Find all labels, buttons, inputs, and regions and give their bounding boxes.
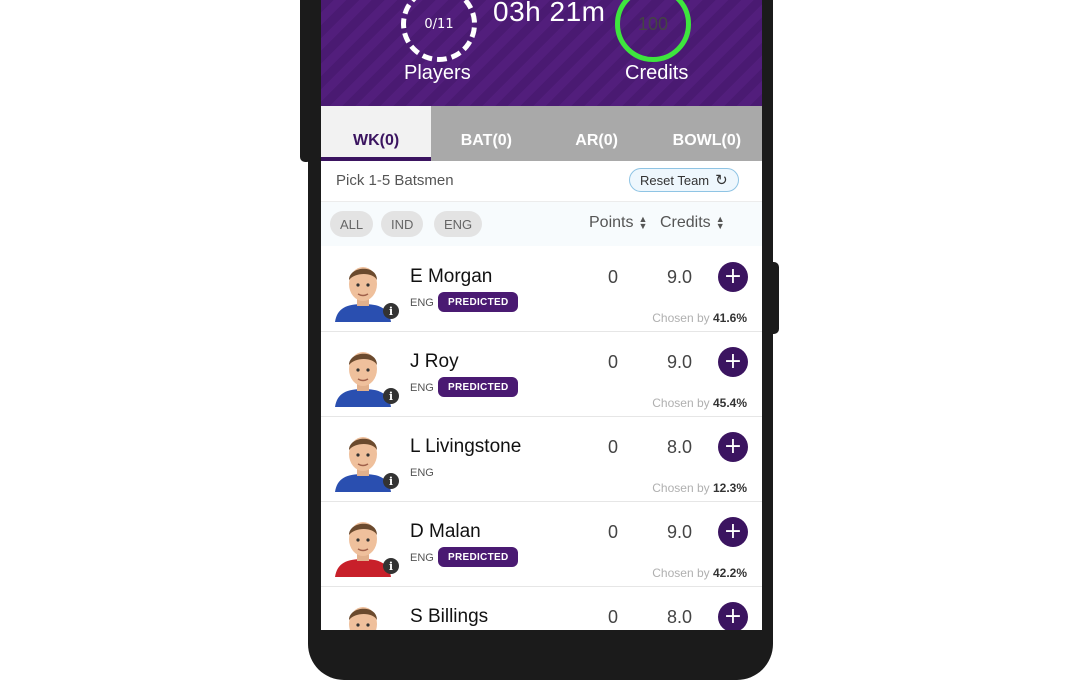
credits-label: Credits bbox=[625, 62, 689, 84]
chosen-by-percent: 12.3% bbox=[712, 481, 747, 495]
tab-ar[interactable]: AR(0) bbox=[542, 106, 652, 161]
filter-chip-eng[interactable]: ENG bbox=[434, 211, 483, 237]
player-row[interactable]: i J Roy ENG PREDICTED 0 9.0 + Chosen by 45.4% bbox=[321, 332, 762, 417]
tab-bowl[interactable]: BOWL(0) bbox=[652, 106, 762, 161]
team-status-header: 0/11 Players 03h 21m 100 Credits bbox=[321, 0, 762, 106]
player-avatar[interactable] bbox=[331, 598, 395, 630]
predicted-badge: PREDICTED bbox=[438, 547, 519, 567]
predicted-badge: PREDICTED bbox=[438, 292, 519, 312]
player-team: ENG bbox=[410, 297, 434, 309]
player-credits: 8.0 bbox=[667, 437, 693, 457]
player-info-icon[interactable]: i bbox=[383, 388, 399, 404]
tab-wk[interactable]: WK(0) bbox=[321, 106, 432, 161]
chosen-by-percent: 45.4% bbox=[712, 396, 747, 410]
player-credits: 9.0 bbox=[667, 352, 693, 372]
player-info-icon[interactable]: i bbox=[383, 473, 399, 489]
chosen-by-percent: 41.6% bbox=[712, 311, 747, 325]
predicted-badge: PREDICTED bbox=[438, 377, 519, 397]
sort-arrows-icon: ▲ ▼ bbox=[715, 214, 725, 231]
chosen-by-stat: Chosen by 41.6% bbox=[652, 311, 747, 325]
tab-bat[interactable]: BAT(0) bbox=[431, 106, 541, 161]
match-timer: 03h 21m bbox=[493, 0, 606, 27]
reset-team-label: Reset Team bbox=[640, 172, 710, 188]
player-team: ENG bbox=[410, 552, 434, 564]
reset-team-button[interactable]: Reset Team ↻ bbox=[629, 168, 739, 192]
players-ring: 0/11 bbox=[401, 0, 477, 62]
add-player-button[interactable]: + bbox=[718, 602, 748, 630]
player-row[interactable]: i L Livingstone ENG 0 8.0 + Chosen by 12.3% bbox=[321, 417, 762, 502]
player-name: L Livingstone bbox=[410, 436, 522, 457]
phone-side-button-right bbox=[768, 262, 779, 334]
add-player-button[interactable]: + bbox=[718, 432, 748, 462]
app-screen: 0/11 Players 03h 21m 100 Credits WK(0) B… bbox=[321, 0, 762, 630]
player-credits: 8.0 bbox=[667, 607, 693, 627]
player-team: ENG bbox=[410, 382, 434, 394]
credits-ring: 100 bbox=[615, 0, 691, 62]
sort-by-credits[interactable]: Credits ▲ ▼ bbox=[660, 214, 725, 232]
player-name: D Malan bbox=[410, 521, 481, 542]
role-tabs: WK(0) BAT(0) AR(0) BOWL(0) bbox=[321, 106, 762, 161]
chosen-by-percent: 42.2% bbox=[712, 566, 747, 580]
player-points: 0 bbox=[608, 522, 619, 542]
players-label: Players bbox=[404, 62, 471, 84]
refresh-icon: ↻ bbox=[715, 172, 728, 189]
chosen-by-stat: Chosen by 42.2% bbox=[652, 566, 747, 580]
pick-instruction: Pick 1-5 Batsmen bbox=[336, 172, 454, 189]
credits-value: 100 bbox=[637, 13, 669, 34]
add-player-button[interactable]: + bbox=[718, 517, 748, 547]
player-credits: 9.0 bbox=[667, 522, 693, 542]
filter-chip-all[interactable]: ALL bbox=[330, 211, 374, 237]
player-row[interactable]: iS Billings08.0+ bbox=[321, 587, 762, 630]
add-player-button[interactable]: + bbox=[718, 262, 748, 292]
sort-points-label: Points bbox=[589, 214, 634, 231]
player-row[interactable]: i E Morgan ENG PREDICTED 0 9.0 + Chosen by 41.6… bbox=[321, 247, 762, 332]
player-name: S Billings bbox=[410, 606, 489, 627]
player-team: ENG bbox=[410, 467, 434, 479]
player-name: E Morgan bbox=[410, 266, 493, 287]
player-info-icon[interactable]: i bbox=[383, 303, 399, 319]
pick-instruction-bar: Pick 1-5 Batsmen Reset Team ↻ bbox=[321, 161, 762, 202]
chosen-by-label: Chosen by bbox=[652, 481, 710, 495]
sort-credits-label: Credits bbox=[660, 214, 711, 231]
sort-arrows-icon: ▲ ▼ bbox=[638, 214, 648, 231]
filter-bar: ALL IND ENG Points ▲ ▼ Credits ▲ ▼ bbox=[321, 202, 762, 246]
player-points: 0 bbox=[608, 352, 619, 372]
add-player-button[interactable]: + bbox=[718, 347, 748, 377]
filter-chip-ind[interactable]: IND bbox=[381, 211, 424, 237]
chosen-by-label: Chosen by bbox=[652, 396, 710, 410]
player-points: 0 bbox=[608, 267, 619, 287]
chosen-by-stat: Chosen by 45.4% bbox=[652, 396, 747, 410]
chosen-by-stat: Chosen by 12.3% bbox=[652, 481, 747, 495]
chosen-by-label: Chosen by bbox=[652, 566, 710, 580]
player-info-icon[interactable]: i bbox=[383, 558, 399, 574]
chosen-by-label: Chosen by bbox=[652, 311, 710, 325]
players-count: 0/11 bbox=[424, 16, 454, 32]
player-name: J Roy bbox=[410, 351, 459, 372]
player-points: 0 bbox=[608, 437, 619, 457]
sort-by-points[interactable]: Points ▲ ▼ bbox=[589, 214, 647, 232]
player-credits: 9.0 bbox=[667, 267, 693, 287]
player-row[interactable]: i D Malan ENG PREDICTED 0 9.0 + Chosen by 42.2% bbox=[321, 502, 762, 587]
player-points: 0 bbox=[608, 607, 619, 627]
